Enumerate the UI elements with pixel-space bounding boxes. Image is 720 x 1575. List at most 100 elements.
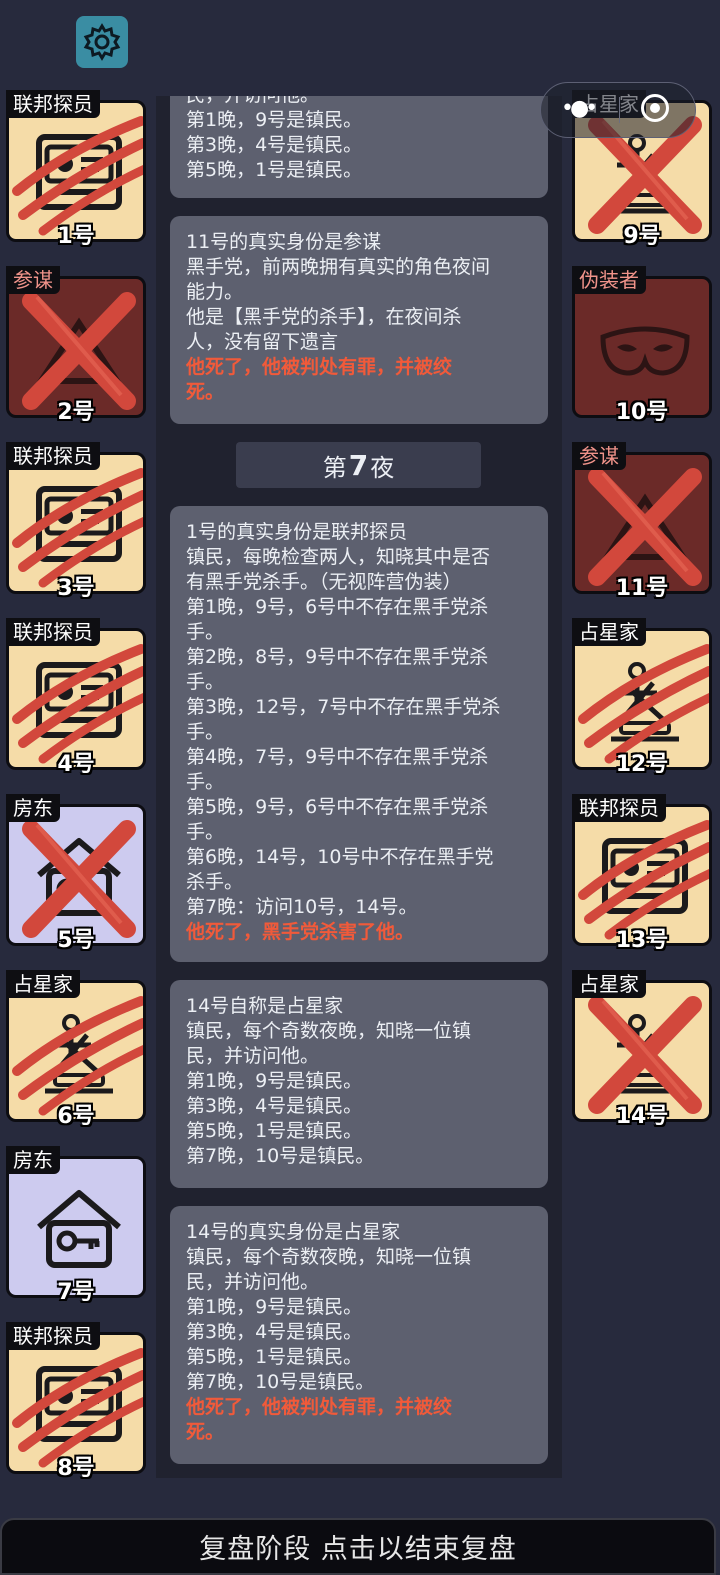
player-number: 4号 bbox=[57, 752, 95, 777]
house-key-icon bbox=[37, 1190, 121, 1268]
log-line: 有黑手党杀手。（无视阵营伪装） bbox=[186, 571, 462, 593]
log-line: 第3晚，12号，7号中不存在黑手党杀 bbox=[186, 696, 501, 718]
more-dots-icon[interactable]: •●• bbox=[561, 98, 598, 120]
log-line: 第5晚，1号是镇民。 bbox=[186, 1346, 363, 1368]
log-card: 14号的真实身份是占星家镇民，每个奇数夜晚，知晓一位镇 民，并访问他。第1晚，9号… bbox=[170, 1206, 548, 1464]
death-line: 他死了，他被判处有罪，并被绞 bbox=[186, 356, 453, 378]
player-card-4号[interactable]: 联邦探员 4号 bbox=[6, 618, 146, 777]
role-tag: 房东 bbox=[6, 1146, 60, 1174]
log-line: 第3晚，4号是镇民。 bbox=[186, 1321, 363, 1343]
player-number: 11号 bbox=[615, 576, 669, 601]
target-circle-icon[interactable] bbox=[641, 94, 669, 122]
player-number: 5号 bbox=[57, 928, 95, 953]
log-line: 第7晚：访问10号，14号。 bbox=[186, 896, 418, 918]
log-line: 11号的真实身份是参谋 bbox=[186, 231, 382, 253]
role-tag: 联邦探员 bbox=[6, 90, 100, 118]
player-card-2号[interactable]: 参谋 2号 bbox=[6, 266, 146, 425]
log-line: 第5晚，1号是镇民。 bbox=[186, 1120, 363, 1142]
role-tag: 联邦探员 bbox=[572, 794, 666, 822]
log-line: 能力。 bbox=[186, 281, 244, 303]
log-line: 民，并访问他。 bbox=[186, 1045, 320, 1067]
log-line: 第4晚，7号，9号中不存在黑手党杀 bbox=[186, 746, 489, 768]
mask-icon bbox=[600, 326, 690, 376]
death-line: 他死了，黑手党杀害了他。 bbox=[186, 921, 415, 943]
player-number: 7号 bbox=[57, 1280, 95, 1305]
log-line: 手。 bbox=[186, 821, 225, 843]
player-number: 9号 bbox=[623, 224, 661, 249]
log-line: 手。 bbox=[186, 771, 225, 793]
log-line: 他是【黑手党的杀手】，在夜间杀 bbox=[186, 306, 462, 328]
end-review-label: 复盘阶段 点击以结束复盘 bbox=[199, 1534, 517, 1565]
log-line: 第2晚，8号，9号中不存在黑手党杀 bbox=[186, 646, 489, 668]
player-card-1号[interactable]: 联邦探员 1号 bbox=[6, 90, 146, 249]
log-line: 14号的真实身份是占星家 bbox=[186, 1221, 401, 1243]
player-card-7号[interactable]: 房东 7号 bbox=[6, 1146, 146, 1305]
player-number: 14号 bbox=[615, 1104, 669, 1129]
player-card-5号[interactable]: 房东 5号 bbox=[6, 794, 146, 953]
end-review-button[interactable]: 复盘阶段 点击以结束复盘 bbox=[0, 1518, 716, 1575]
settings-button[interactable] bbox=[76, 16, 128, 68]
log-line: 杀手。 bbox=[186, 871, 244, 893]
log-line: 手。 bbox=[186, 721, 225, 743]
player-number: 1号 bbox=[57, 224, 95, 249]
player-card-14号[interactable]: 占星家 14号 bbox=[572, 970, 712, 1129]
night-divider: 第7夜 bbox=[236, 442, 481, 488]
log-line: 第1晚，9号是镇民。 bbox=[186, 1296, 363, 1318]
role-tag: 占星家 bbox=[572, 970, 646, 998]
log-line: 第5晚，1号是镇民。 bbox=[186, 159, 363, 181]
role-tag: 参谋 bbox=[6, 266, 60, 294]
role-tag: 房东 bbox=[6, 794, 60, 822]
log-line: 第3晚，4号是镇民。 bbox=[186, 1095, 363, 1117]
role-tag: 占星家 bbox=[6, 970, 80, 998]
log-line: 第7晚，10号是镇民。 bbox=[186, 1371, 375, 1393]
capsule-divider bbox=[619, 97, 620, 123]
log-line: 镇民，每个奇数夜晚，知晓一位镇 bbox=[186, 1020, 472, 1042]
log-line: 第1晚，9号是镇民。 bbox=[186, 1070, 363, 1092]
log-card: 民，并访问他。第1晚，9号是镇民。第3晚，4号是镇民。第5晚，1号是镇民。 bbox=[170, 96, 548, 198]
log-line: 民，并访问他。 bbox=[186, 1271, 320, 1293]
log-line: 黑手党，前两晚拥有真实的角色夜间 bbox=[186, 256, 491, 278]
night-suffix: 夜 bbox=[370, 453, 395, 482]
role-tag: 联邦探员 bbox=[6, 618, 100, 646]
player-number: 8号 bbox=[57, 1456, 95, 1481]
death-line: 他死了，他被判处有罪，并被绞 bbox=[186, 1396, 453, 1418]
log-card: 11号的真实身份是参谋黑手党，前两晚拥有真实的角色夜间 能力。他是【黑手党的杀手】… bbox=[170, 216, 548, 424]
log-card: 14号自称是占星家镇民，每个奇数夜晚，知晓一位镇 民，并访问他。第1晚，9号是镇民… bbox=[170, 980, 548, 1188]
log-line: 1号的真实身份是联邦探员 bbox=[186, 521, 408, 543]
log-line: 第1晚，9号，6号中不存在黑手党杀 bbox=[186, 596, 489, 618]
death-line: 死。 bbox=[186, 381, 225, 403]
player-number: 2号 bbox=[57, 400, 95, 425]
log-line: 手。 bbox=[186, 621, 225, 643]
log-line: 镇民，每个奇数夜晚，知晓一位镇 bbox=[186, 1246, 472, 1268]
player-card-3号[interactable]: 联邦探员 3号 bbox=[6, 442, 146, 601]
night-prefix: 第 bbox=[322, 453, 347, 482]
log-line: 第6晚，14号，10号中不存在黑手党 bbox=[186, 846, 494, 868]
player-number: 3号 bbox=[57, 576, 95, 601]
log-line: 镇民，每晚检查两人，知晓其中是否 bbox=[186, 546, 491, 568]
log-line: 第5晚，9号，6号中不存在黑手党杀 bbox=[186, 796, 489, 818]
role-tag: 占星家 bbox=[572, 618, 646, 646]
player-card-10号[interactable]: 伪装者 10号 bbox=[572, 266, 712, 425]
log-line: 第3晚，4号是镇民。 bbox=[186, 134, 363, 156]
death-line: 死。 bbox=[186, 1421, 225, 1443]
night-number: 7 bbox=[348, 448, 369, 482]
log-line: 手。 bbox=[186, 671, 225, 693]
role-tag: 伪装者 bbox=[572, 266, 646, 294]
log-line: 14号自称是占星家 bbox=[186, 995, 344, 1017]
role-tag: 联邦探员 bbox=[6, 442, 100, 470]
log-line: 第7晚，10号是镇民。 bbox=[186, 1145, 375, 1167]
log-line: 民，并访问他。 bbox=[186, 96, 532, 108]
player-number: 13号 bbox=[615, 928, 669, 953]
log-line: 第1晚，9号是镇民。 bbox=[186, 109, 363, 131]
player-card-11号[interactable]: 参谋 11号 bbox=[572, 442, 712, 601]
player-number: 6号 bbox=[57, 1104, 95, 1129]
log-card: 1号的真实身份是联邦探员镇民，每晚检查两人，知晓其中是否 有黑手党杀手。（无视阵营… bbox=[170, 506, 548, 962]
role-tag: 联邦探员 bbox=[6, 1322, 100, 1350]
role-tag: 参谋 bbox=[572, 442, 626, 470]
player-card-12号[interactable]: 占星家 12号 bbox=[572, 618, 712, 777]
player-card-13号[interactable]: 联邦探员 13号 bbox=[572, 794, 712, 953]
player-card-8号[interactable]: 联邦探员 8号 bbox=[6, 1322, 146, 1481]
player-number: 12号 bbox=[615, 752, 669, 777]
log-line: 人，没有留下遗言 bbox=[186, 331, 339, 353]
player-card-6号[interactable]: 占星家 6号 bbox=[6, 970, 146, 1129]
